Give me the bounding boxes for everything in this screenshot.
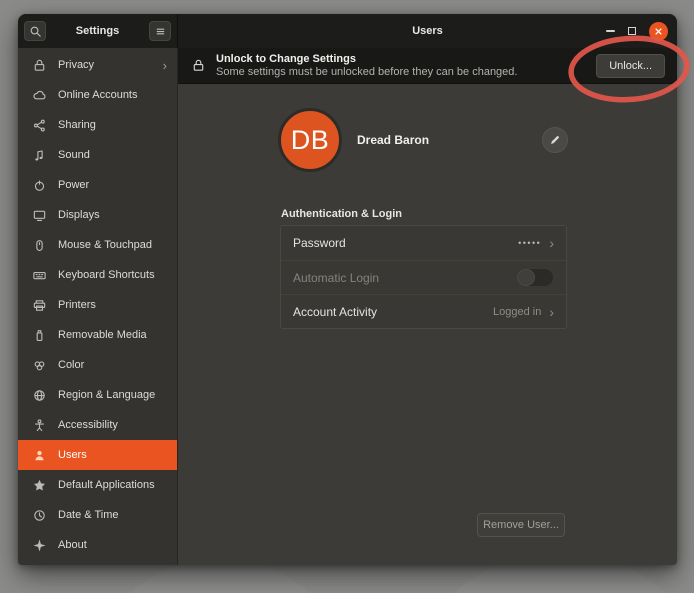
sidebar-item-keyboard-shortcuts[interactable]: Keyboard Shortcuts xyxy=(18,260,177,290)
sidebar-item-privacy[interactable]: Privacy › xyxy=(18,50,177,80)
search-button[interactable] xyxy=(24,21,46,41)
user-card: DB Dread Baron xyxy=(278,108,568,172)
avatar[interactable]: DB xyxy=(278,108,342,172)
padlock-icon xyxy=(190,58,206,73)
account-activity-row[interactable]: Account Activity Logged in › xyxy=(281,294,566,328)
lock-icon xyxy=(31,58,47,73)
user-full-name: Dread Baron xyxy=(357,133,542,147)
cloud-icon xyxy=(31,88,47,103)
users-content: DB Dread Baron Authentication & Login Pa… xyxy=(178,84,677,565)
clock-icon xyxy=(31,508,47,523)
globe-icon xyxy=(31,388,47,403)
password-row[interactable]: Password ••••• › xyxy=(281,226,566,260)
edit-name-button[interactable] xyxy=(542,127,568,153)
menu-button[interactable] xyxy=(149,21,171,41)
close-icon xyxy=(651,25,667,38)
chevron-right-icon: › xyxy=(163,59,167,72)
chevron-right-icon: › xyxy=(549,305,554,319)
display-icon xyxy=(31,208,47,223)
usb-drive-icon xyxy=(31,328,47,343)
chevron-right-icon: › xyxy=(549,236,554,250)
power-icon xyxy=(31,178,47,193)
sidebar-item-power[interactable]: Power xyxy=(18,170,177,200)
sidebar-item-online-accounts[interactable]: Online Accounts xyxy=(18,80,177,110)
star-icon xyxy=(31,478,47,493)
toggle-knob xyxy=(517,269,535,286)
page-title: Users xyxy=(412,25,443,37)
sidebar-item-mouse-touchpad[interactable]: Mouse & Touchpad xyxy=(18,230,177,260)
sidebar-item-default-applications[interactable]: Default Applications xyxy=(18,470,177,500)
maximize-button[interactable] xyxy=(628,27,636,35)
sidebar-item-sound[interactable]: Sound xyxy=(18,140,177,170)
keyboard-icon xyxy=(31,268,47,283)
auth-listbox: Password ••••• › Automatic Login Account… xyxy=(280,225,567,329)
settings-window: Settings Users Privacy › xyxy=(18,14,677,565)
sidebar-item-displays[interactable]: Displays xyxy=(18,200,177,230)
app-title: Settings xyxy=(76,25,119,37)
unlock-button[interactable]: Unlock... xyxy=(596,54,665,78)
banner-text: Unlock to Change Settings Some settings … xyxy=(216,53,586,79)
users-icon xyxy=(31,448,47,463)
sidebar-header: Settings xyxy=(18,14,178,48)
sidebar-item-accessibility[interactable]: Accessibility xyxy=(18,410,177,440)
remove-user-button[interactable]: Remove User... xyxy=(477,513,565,537)
automatic-login-toggle[interactable] xyxy=(516,268,554,287)
pencil-icon xyxy=(547,134,563,146)
close-button[interactable] xyxy=(649,22,668,41)
banner-title: Unlock to Change Settings xyxy=(216,53,586,66)
sidebar-item-about[interactable]: About xyxy=(18,530,177,560)
sidebar-item-color[interactable]: Color xyxy=(18,350,177,380)
sparkle-icon xyxy=(31,538,47,553)
window-body: Privacy › Online Accounts Sharing Sound … xyxy=(18,48,677,565)
search-icon xyxy=(27,24,43,39)
banner-subtitle: Some settings must be unlocked before th… xyxy=(216,66,586,79)
minimize-button[interactable] xyxy=(606,30,615,32)
music-note-icon xyxy=(31,148,47,163)
automatic-login-row: Automatic Login xyxy=(281,260,566,294)
printer-icon xyxy=(31,298,47,313)
mouse-icon xyxy=(31,238,47,253)
share-icon xyxy=(31,118,47,133)
sidebar-item-date-time[interactable]: Date & Time xyxy=(18,500,177,530)
sidebar-item-region-language[interactable]: Region & Language xyxy=(18,380,177,410)
sidebar-item-sharing[interactable]: Sharing xyxy=(18,110,177,140)
sidebar-item-users[interactable]: Users xyxy=(18,440,177,470)
unlock-banner: Unlock to Change Settings Some settings … xyxy=(178,48,677,84)
accessibility-icon xyxy=(31,418,47,433)
hamburger-icon xyxy=(152,24,168,39)
sidebar-item-printers[interactable]: Printers xyxy=(18,290,177,320)
avatar-initials: DB xyxy=(291,125,330,156)
window-controls xyxy=(606,14,668,48)
password-dots: ••••• xyxy=(518,238,541,248)
headerbar: Settings Users xyxy=(18,14,677,48)
sidebar: Privacy › Online Accounts Sharing Sound … xyxy=(18,48,178,565)
color-icon xyxy=(31,358,47,373)
sidebar-item-removable-media[interactable]: Removable Media xyxy=(18,320,177,350)
main-header: Users xyxy=(178,14,677,48)
main-panel: Unlock to Change Settings Some settings … xyxy=(178,48,677,565)
auth-section-heading: Authentication & Login xyxy=(281,208,402,220)
